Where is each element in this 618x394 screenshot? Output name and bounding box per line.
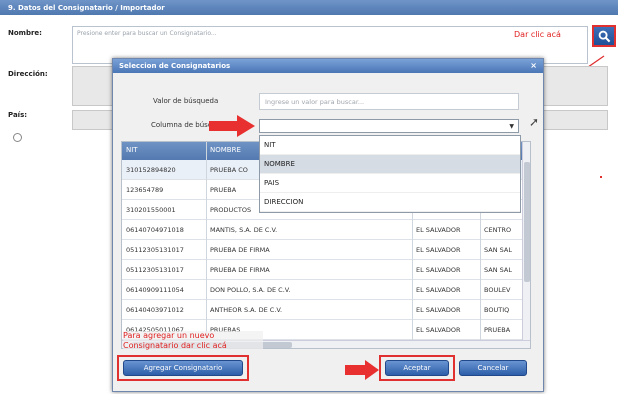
header-nombre[interactable]: NOMBRE	[210, 146, 241, 154]
cell-nit: 06140403971012	[126, 306, 184, 314]
red-arrow-icon	[345, 360, 379, 380]
cell-direccion: BOUTIQ	[484, 306, 510, 314]
cell-nit: 05112305131017	[126, 246, 184, 254]
columna-select[interactable]: ▼	[259, 119, 519, 133]
cell-direccion: BOULEV	[484, 286, 511, 294]
cell-nombre: ANTHEOR S.A. DE C.V.	[210, 306, 283, 314]
cell-nit: 06140704971018	[126, 226, 184, 234]
dropdown-option-nit[interactable]: NIT	[260, 136, 520, 155]
table-row[interactable]: 06140403971012 ANTHEOR S.A. DE C.V. EL S…	[122, 300, 530, 320]
cell-nombre: PRUEBA DE FIRMA	[210, 266, 270, 274]
nombre-label: Nombre:	[8, 29, 42, 37]
cell-nit: 310201550001	[126, 206, 176, 214]
click-here-annotation: Dar clic acá	[514, 30, 561, 39]
pais-label: País:	[8, 111, 28, 119]
columna-dropdown-list: NIT NOMBRE PAIS DIRECCION	[259, 135, 521, 213]
close-icon[interactable]: ×	[530, 61, 537, 70]
table-row[interactable]: 05112305131017 PRUEBA DE FIRMA EL SALVAD…	[122, 260, 530, 280]
cell-pais: EL SALVADOR	[416, 226, 461, 234]
cell-direccion: CENTRO	[484, 226, 512, 234]
valor-input[interactable]: Ingrese un valor para buscar...	[259, 93, 519, 110]
red-arrow-icon	[209, 115, 255, 137]
valor-label: Valor de búsqueda	[153, 97, 219, 105]
cell-pais: EL SALVADOR	[416, 286, 461, 294]
cell-pais: EL SALVADOR	[416, 326, 461, 334]
cell-nit: 123654789	[126, 186, 164, 194]
header-nit[interactable]: NIT	[126, 146, 138, 154]
add-consignatario-button[interactable]: Agregar Consignatario	[123, 360, 243, 376]
grid-vertical-scrollbar[interactable]	[522, 142, 530, 348]
cell-nombre: DON POLLO, S.A. DE C.V.	[210, 286, 291, 294]
consignatarios-modal: Seleccion de Consignatarios × Valor de b…	[112, 58, 544, 392]
modal-title: Seleccion de Consignatarios	[113, 59, 543, 73]
cell-pais: EL SALVADOR	[416, 306, 461, 314]
direccion-label: Dirección:	[8, 70, 48, 78]
table-row[interactable]: 06140909111054 DON POLLO, S.A. DE C.V. E…	[122, 280, 530, 300]
add-new-annotation: Para agregar un nuevo Consignatario dar …	[123, 331, 263, 351]
cell-pais: EL SALVADOR	[416, 266, 461, 274]
cell-nombre: PRUEBA CO	[210, 166, 248, 174]
radio-option[interactable]	[13, 133, 22, 142]
mouse-cursor-icon: ➚	[529, 115, 540, 129]
cell-direccion: PRUEBA	[484, 326, 511, 334]
section-header: 9. Datos del Consignatario / Importador	[0, 0, 618, 15]
nombre-placeholder: Presione enter para buscar un Consignata…	[77, 30, 217, 37]
cell-nombre: PRUEBA DE FIRMA	[210, 246, 270, 254]
cancel-button[interactable]: Cancelar	[459, 360, 527, 376]
cell-nit: 06140909111054	[126, 286, 184, 294]
dropdown-option-pais[interactable]: PAIS	[260, 174, 520, 193]
chevron-down-icon: ▼	[509, 123, 514, 130]
red-dot	[600, 176, 602, 178]
valor-placeholder: Ingrese un valor para buscar...	[265, 98, 365, 106]
cell-nombre: PRUEBA	[210, 186, 237, 194]
accept-button[interactable]: Aceptar	[385, 360, 449, 376]
search-icon	[598, 30, 610, 42]
cell-nit: 05112305131017	[126, 266, 184, 274]
column-divider	[206, 142, 207, 342]
dropdown-option-nombre[interactable]: NOMBRE	[260, 155, 520, 174]
cell-direccion: SAN SAL	[484, 246, 512, 254]
table-row[interactable]: 06140704971018 MANTIS, S.A. DE C.V. EL S…	[122, 220, 530, 240]
cell-nombre: MANTIS, S.A. DE C.V.	[210, 226, 278, 234]
cell-pais: EL SALVADOR	[416, 246, 461, 254]
dropdown-option-direccion[interactable]: DIRECCION	[260, 193, 520, 212]
search-button[interactable]	[592, 25, 616, 47]
table-row[interactable]: 05112305131017 PRUEBA DE FIRMA EL SALVAD…	[122, 240, 530, 260]
scroll-thumb[interactable]	[524, 162, 530, 282]
cell-direccion: SAN SAL	[484, 266, 512, 274]
cell-nombre: PRODUCTOS	[210, 206, 252, 214]
cell-nit: 310152894820	[126, 166, 176, 174]
